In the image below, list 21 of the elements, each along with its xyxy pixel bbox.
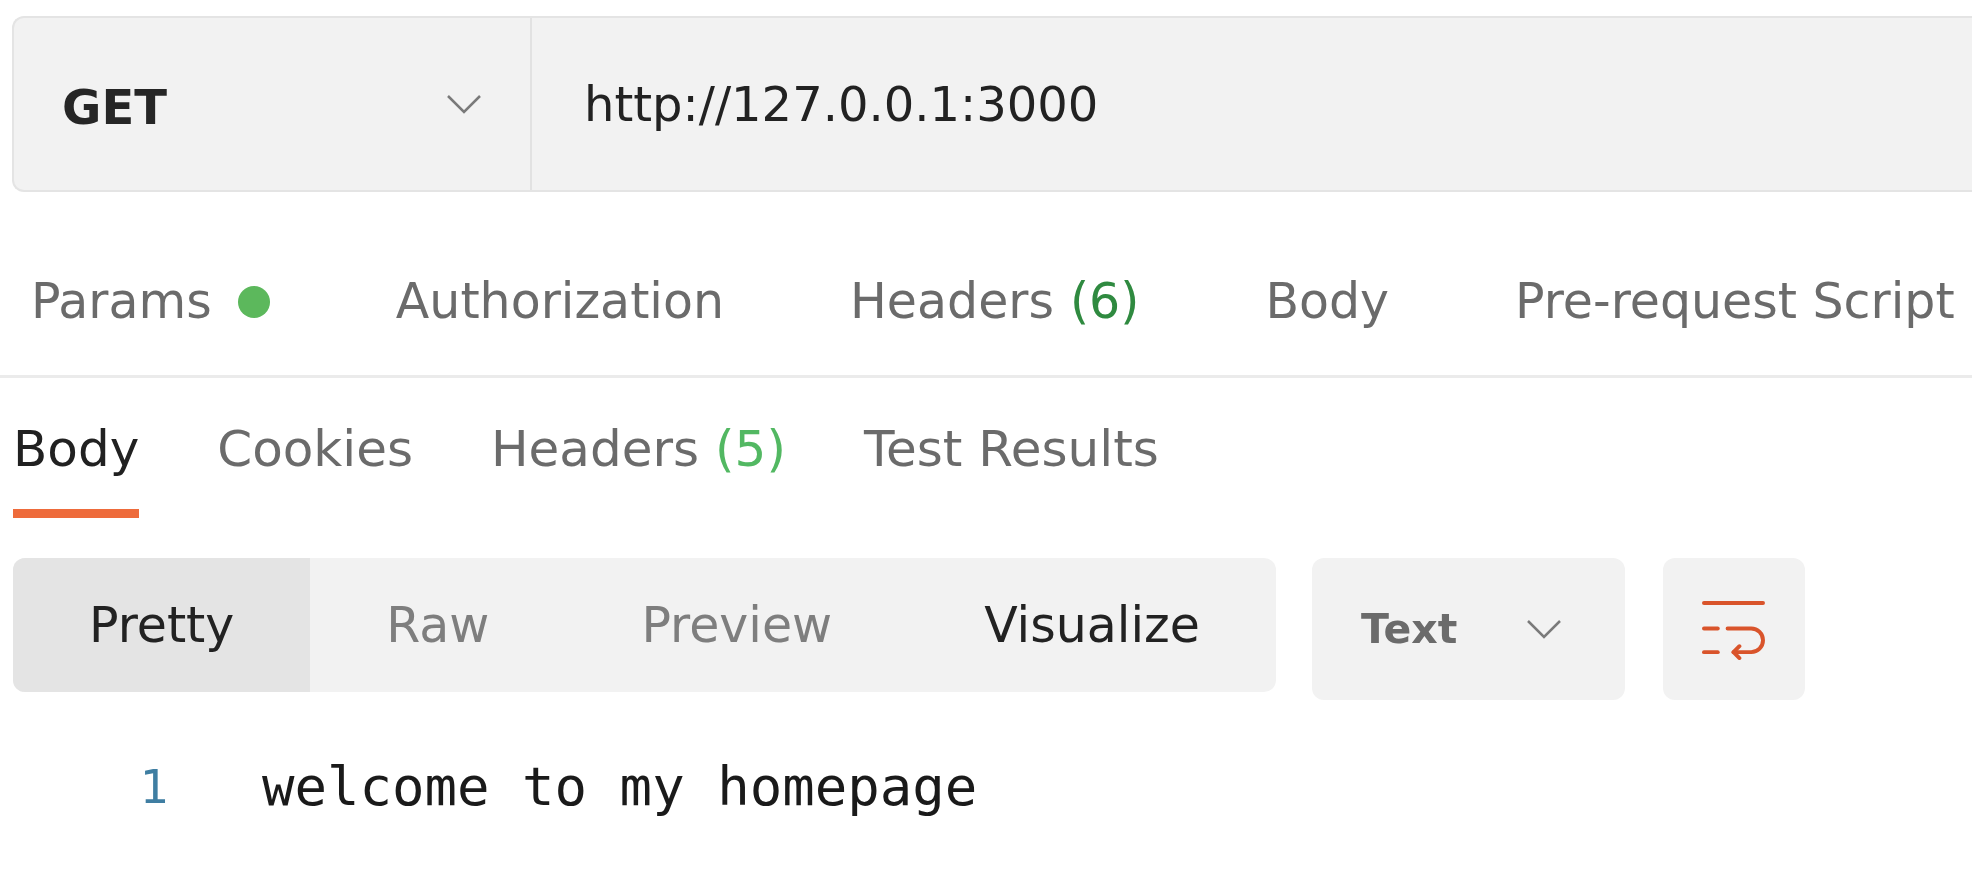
caret-icon	[446, 94, 482, 114]
request-tab[interactable]: Authorization	[395, 271, 724, 375]
response-tab[interactable]: Headers (5)	[491, 418, 786, 518]
request-tab[interactable]: Params	[31, 271, 270, 375]
method-dropdown[interactable]: GET	[14, 18, 532, 190]
url-field[interactable]: http://127.0.0.1:3000	[532, 18, 1099, 190]
response-tab[interactable]: Cookies	[217, 418, 413, 518]
format-dropdown[interactable]: Text	[1311, 558, 1625, 700]
view-mode-option[interactable]: Raw	[310, 558, 566, 692]
response-tab[interactable]: Body	[13, 418, 140, 518]
view-mode-option[interactable]: Preview	[565, 558, 909, 692]
request-tab[interactable]: Pre-request Script	[1515, 271, 1955, 375]
response-tab[interactable]: Test Results	[863, 418, 1159, 518]
view-mode-option[interactable]: Pretty	[13, 558, 311, 692]
request-tab[interactable]: Body	[1265, 271, 1390, 375]
wrap-toggle[interactable]	[1662, 558, 1805, 700]
request-tab[interactable]: Headers (6)	[850, 271, 1140, 375]
line-number: 1	[140, 759, 171, 816]
caret-icon	[1525, 619, 1562, 639]
code-text: welcome to my homepage	[262, 755, 978, 819]
view-mode-option[interactable]: Visualize	[908, 558, 1276, 692]
